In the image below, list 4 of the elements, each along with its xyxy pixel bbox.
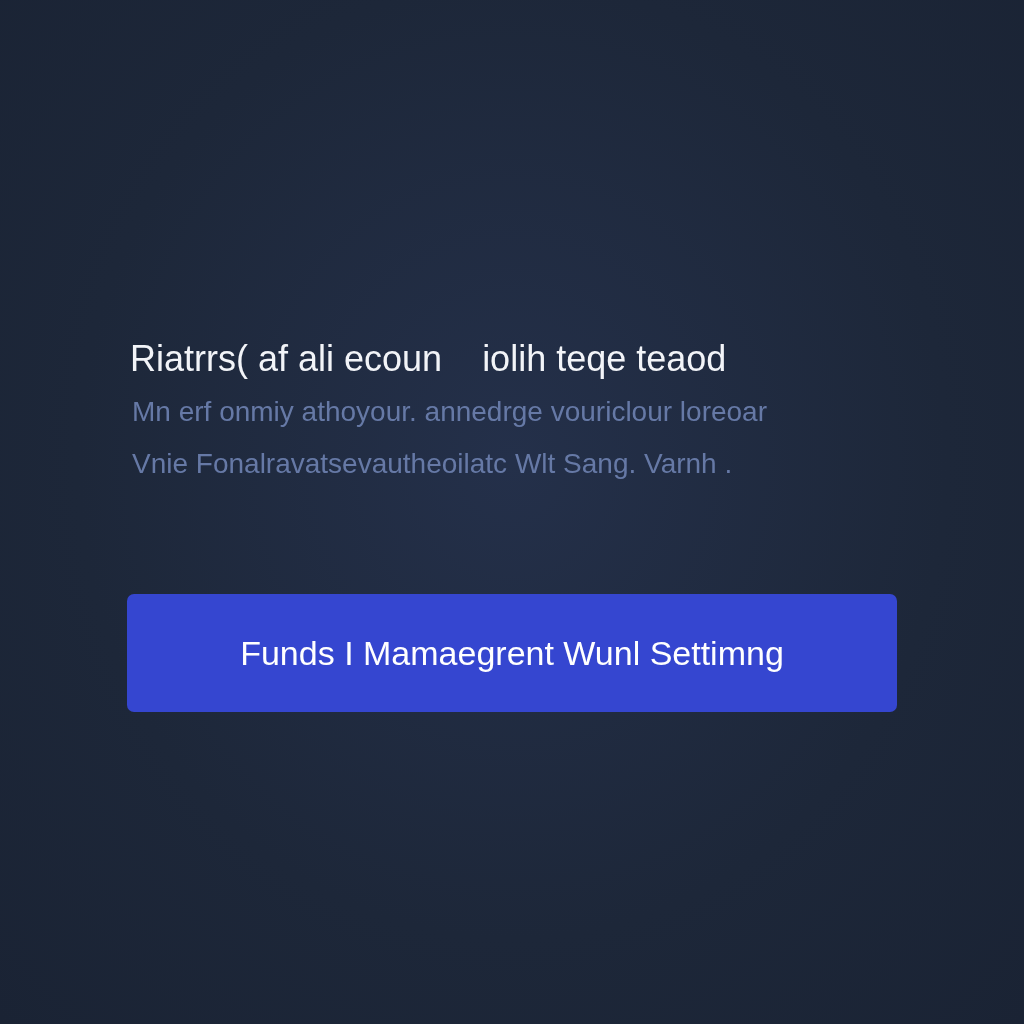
description-text: Mn erf onmiy athoyour. annedrge vouriclour loreoar xyxy=(132,395,768,429)
description-text: Vnie Fonalravatsevautheoilatc Wlt Sang. Varnh . xyxy=(132,447,734,481)
heading: Riatrrs( af ali ecoun iolih teqe teaod xyxy=(129,338,728,380)
funds-button[interactable]: Funds I Mamaegrent Wunl Settimng xyxy=(127,594,897,712)
